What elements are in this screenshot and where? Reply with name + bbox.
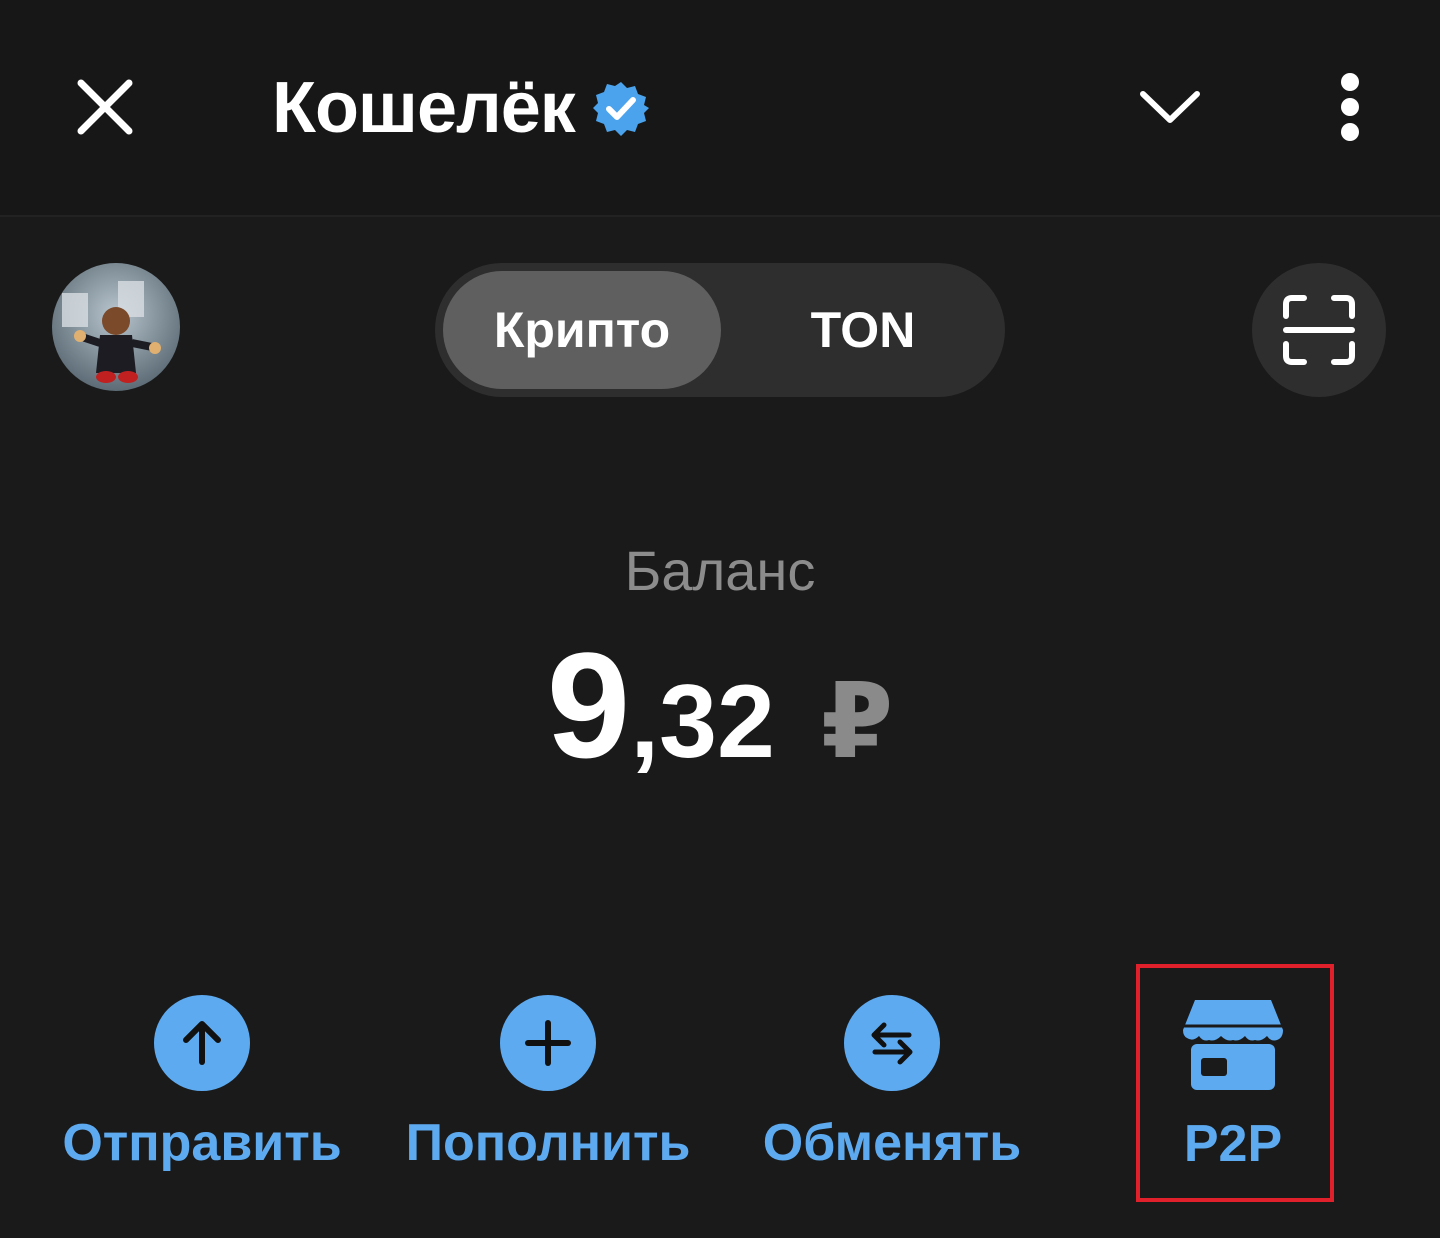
plus-icon (500, 995, 596, 1091)
verified-badge-icon (592, 80, 649, 136)
header-bar: Кошелёк (0, 0, 1440, 217)
close-icon (77, 79, 133, 135)
avatar[interactable] (52, 263, 180, 391)
collapse-button[interactable] (1125, 62, 1215, 152)
balance-currency: ₽ (820, 664, 894, 780)
page-title: Кошелёк (272, 68, 576, 148)
tab-crypto[interactable]: Крипто (443, 271, 721, 389)
close-button[interactable] (60, 62, 150, 152)
p2p-label: P2P (1183, 1115, 1283, 1173)
avatar-image (52, 263, 180, 391)
scan-icon (1283, 295, 1355, 365)
wallet-app: Кошелёк Крипто TON Баланс 9 ,32 ₽ Отправ… (0, 0, 1440, 1238)
balance-integer: 9 (546, 621, 631, 789)
more-menu-button[interactable] (1305, 62, 1395, 152)
balance-amount: 9 ,32 ₽ (0, 630, 1440, 780)
swap-button[interactable]: Обменять (752, 995, 1032, 1173)
top-up-label: Пополнить (405, 1114, 691, 1172)
title-group: Кошелёк (272, 58, 649, 158)
swap-arrows-icon (844, 995, 940, 1091)
send-button[interactable]: Отправить (62, 995, 342, 1173)
more-vertical-icon (1341, 73, 1359, 141)
p2p-button[interactable]: P2P (1138, 996, 1328, 1174)
chevron-down-icon (1140, 91, 1200, 123)
store-icon (1181, 996, 1285, 1092)
swap-label: Обменять (762, 1114, 1022, 1172)
top-up-button[interactable]: Пополнить (405, 995, 691, 1173)
scan-button[interactable] (1252, 263, 1386, 397)
tab-ton[interactable]: TON (721, 271, 1005, 389)
balance-label: Баланс (624, 539, 816, 602)
currency-tabs: Крипто TON (435, 263, 1005, 397)
send-label: Отправить (62, 1114, 342, 1172)
arrow-up-icon (154, 995, 250, 1091)
balance-fraction: ,32 (630, 664, 775, 780)
